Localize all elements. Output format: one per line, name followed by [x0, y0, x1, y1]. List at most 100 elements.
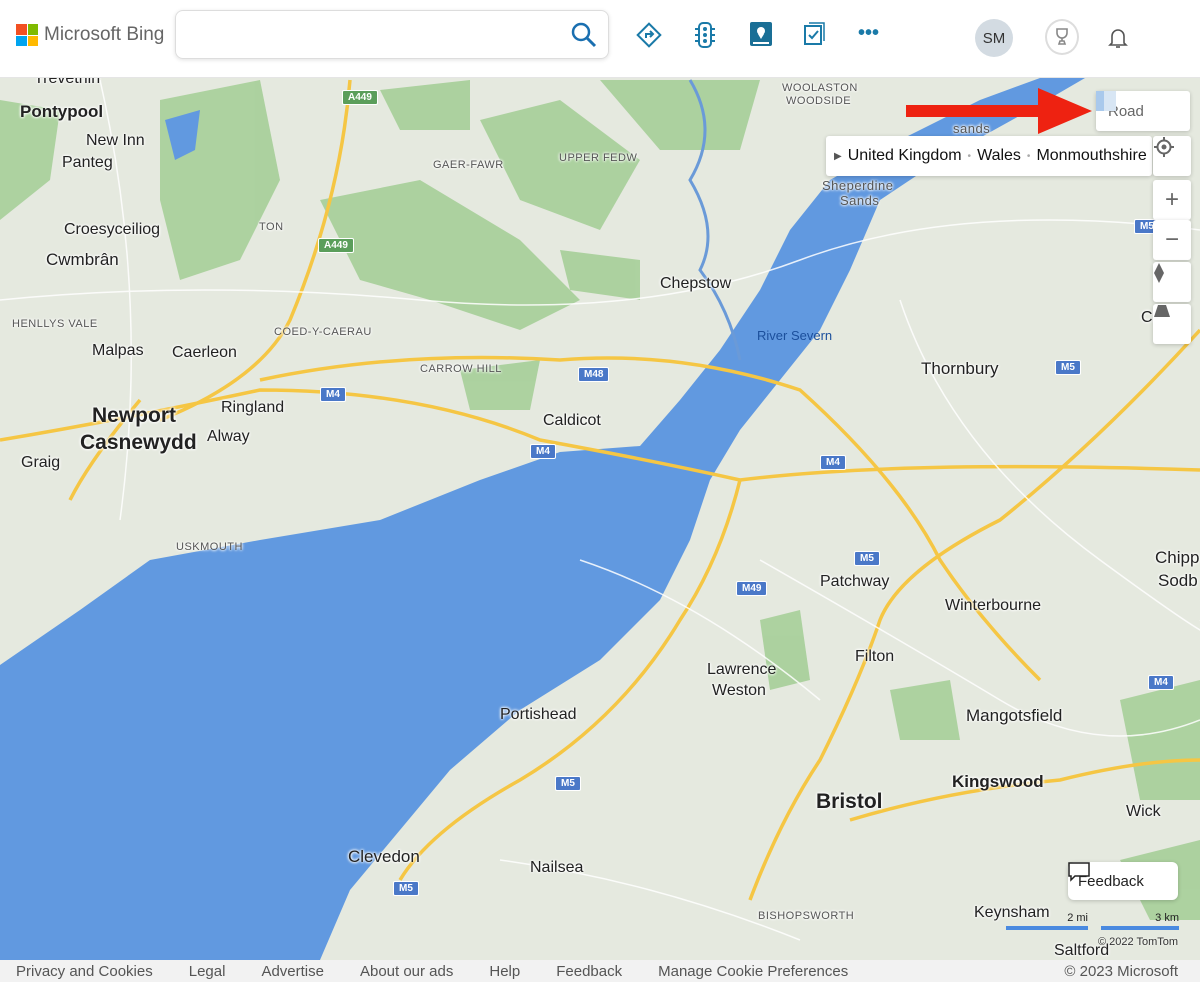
place-label: Filton — [855, 648, 895, 665]
plus-icon: + — [1164, 186, 1179, 213]
footer-link-about-ads[interactable]: About our ads — [360, 963, 453, 980]
zoom-in-button[interactable]: + — [1153, 180, 1191, 220]
map-feedback-button[interactable]: Feedback — [1068, 862, 1178, 900]
bing-logo[interactable]: Microsoft Bing — [16, 24, 164, 46]
road-shield: M5 — [555, 776, 581, 791]
search-box — [175, 10, 609, 59]
place-label: Panteg — [62, 154, 113, 171]
zoom-out-button[interactable]: − — [1153, 220, 1191, 260]
road-shield: M4 — [530, 444, 556, 459]
place-label: USKMOUTH — [176, 541, 243, 553]
search-icon[interactable] — [570, 21, 598, 54]
place-label: Weston — [712, 682, 766, 699]
breadcrumb-item[interactable]: Monmouthshire — [1036, 147, 1146, 165]
scale-imperial: 2 mi — [1006, 912, 1088, 930]
rewards-trophy-icon[interactable] — [1045, 19, 1079, 55]
place-label: Ringland — [221, 399, 285, 416]
place-label: Pontypool — [20, 102, 104, 121]
road-shield: M4 — [820, 455, 846, 470]
footer-link-help[interactable]: Help — [489, 963, 520, 980]
directions-icon[interactable] — [636, 22, 662, 53]
road-shield: M5 — [854, 551, 880, 566]
tilt-button[interactable] — [1153, 304, 1191, 344]
expand-triangle-icon[interactable]: ▶ — [834, 151, 842, 162]
feedback-speech-icon — [1068, 862, 1090, 882]
breadcrumb-item[interactable]: Wales — [977, 147, 1021, 165]
place-label: Lawrence — [707, 661, 777, 678]
more-icon[interactable]: ••• — [858, 22, 879, 45]
place-label: Patchway — [820, 573, 890, 590]
place-label: Clevedon — [348, 847, 420, 866]
place-label: Chepstow — [660, 275, 732, 292]
place-label: Chipp — [1155, 548, 1200, 567]
copyright: © 2023 Microsoft — [1064, 962, 1178, 980]
footer-link-feedback[interactable]: Feedback — [556, 963, 622, 980]
place-label: Kingswood — [952, 772, 1044, 791]
locate-icon — [1154, 137, 1174, 157]
place-label: Caldicot — [543, 412, 601, 429]
footer-link-advertise[interactable]: Advertise — [261, 963, 324, 980]
map-attribution: © 2022 TomTom — [1098, 936, 1179, 948]
map-canvas[interactable]: Pontypool Cwmbrân Newport Casnewydd Bris… — [0, 78, 1200, 960]
place-label: Sodb — [1158, 571, 1198, 590]
road-shield: M5 — [1055, 360, 1081, 375]
footer-link-legal[interactable]: Legal — [189, 963, 226, 980]
place-label: CARROW HILL — [420, 363, 502, 375]
scale-metric: 3 km — [1101, 912, 1179, 930]
place-label: COED-Y-CAERAU — [274, 326, 372, 338]
footer: Privacy and Cookies Legal Advertise Abou… — [0, 960, 1200, 982]
search-input[interactable] — [176, 11, 556, 58]
road-shield: M48 — [578, 367, 610, 382]
road-shield: M4 — [320, 387, 346, 402]
place-label: Sands — [840, 193, 880, 208]
road-shield: M4 — [1148, 675, 1174, 690]
road-shield: M5 — [393, 881, 419, 896]
traffic-icon[interactable] — [694, 22, 716, 53]
map-style-road-button[interactable]: Road — [1096, 91, 1190, 131]
road-shield: A449 — [342, 90, 378, 105]
place-label: UPPER FEDW — [559, 152, 638, 164]
compass-button[interactable] — [1153, 262, 1191, 302]
red-arrow-annotation-icon — [906, 88, 1092, 134]
place-label: Portishead — [500, 706, 577, 723]
footer-link-cookie-preferences[interactable]: Manage Cookie Preferences — [658, 963, 848, 980]
my-places-icon[interactable] — [749, 22, 773, 53]
road-shield: M49 — [736, 581, 768, 596]
place-label: Nailsea — [530, 859, 584, 876]
collections-icon[interactable] — [804, 22, 826, 51]
place-label: Mangotsfield — [966, 706, 1063, 725]
place-label: Wick — [1126, 803, 1161, 820]
microsoft-logo-icon — [16, 24, 38, 46]
place-label: Malpas — [92, 342, 144, 359]
header: Microsoft Bing ••• SM — [0, 0, 1200, 78]
place-label: Sheperdine — [822, 178, 894, 193]
place-label: Alway — [207, 428, 250, 445]
map-tiles — [0, 78, 1200, 960]
avatar[interactable]: SM — [975, 19, 1013, 57]
breadcrumb: ▶ United Kingdom • Wales • Monmouthshire — [826, 136, 1152, 176]
place-label: HENLLYS VALE — [12, 318, 98, 330]
place-label: GAER-FAWR — [433, 159, 504, 171]
place-label: Casnewydd — [80, 431, 197, 454]
tilt-icon — [1154, 305, 1170, 317]
place-label: WOOLASTON — [782, 82, 858, 94]
place-label: BISHOPSWORTH — [758, 910, 855, 922]
place-label: Caerleon — [172, 344, 237, 361]
place-label: Graig — [21, 454, 61, 471]
breadcrumb-item[interactable]: United Kingdom — [848, 147, 962, 165]
notifications-bell-icon[interactable] — [1108, 27, 1128, 54]
footer-link-privacy[interactable]: Privacy and Cookies — [16, 963, 153, 980]
map-style-thumbnail-icon — [1096, 91, 1116, 111]
logo-text: Microsoft Bing — [44, 24, 165, 45]
scale-label: 2 mi — [1067, 912, 1088, 924]
place-label: WOODSIDE — [786, 95, 852, 107]
place-label: Newport — [92, 404, 176, 427]
place-label: Trevethin — [34, 78, 101, 87]
road-shield: A449 — [318, 238, 354, 253]
place-label: Cwmbrân — [46, 250, 119, 269]
place-label: New Inn — [86, 132, 145, 149]
water-label: River Severn — [757, 328, 833, 343]
scale-label: 3 km — [1155, 912, 1179, 924]
locate-me-button[interactable] — [1153, 136, 1191, 176]
place-label: Bristol — [816, 790, 883, 813]
